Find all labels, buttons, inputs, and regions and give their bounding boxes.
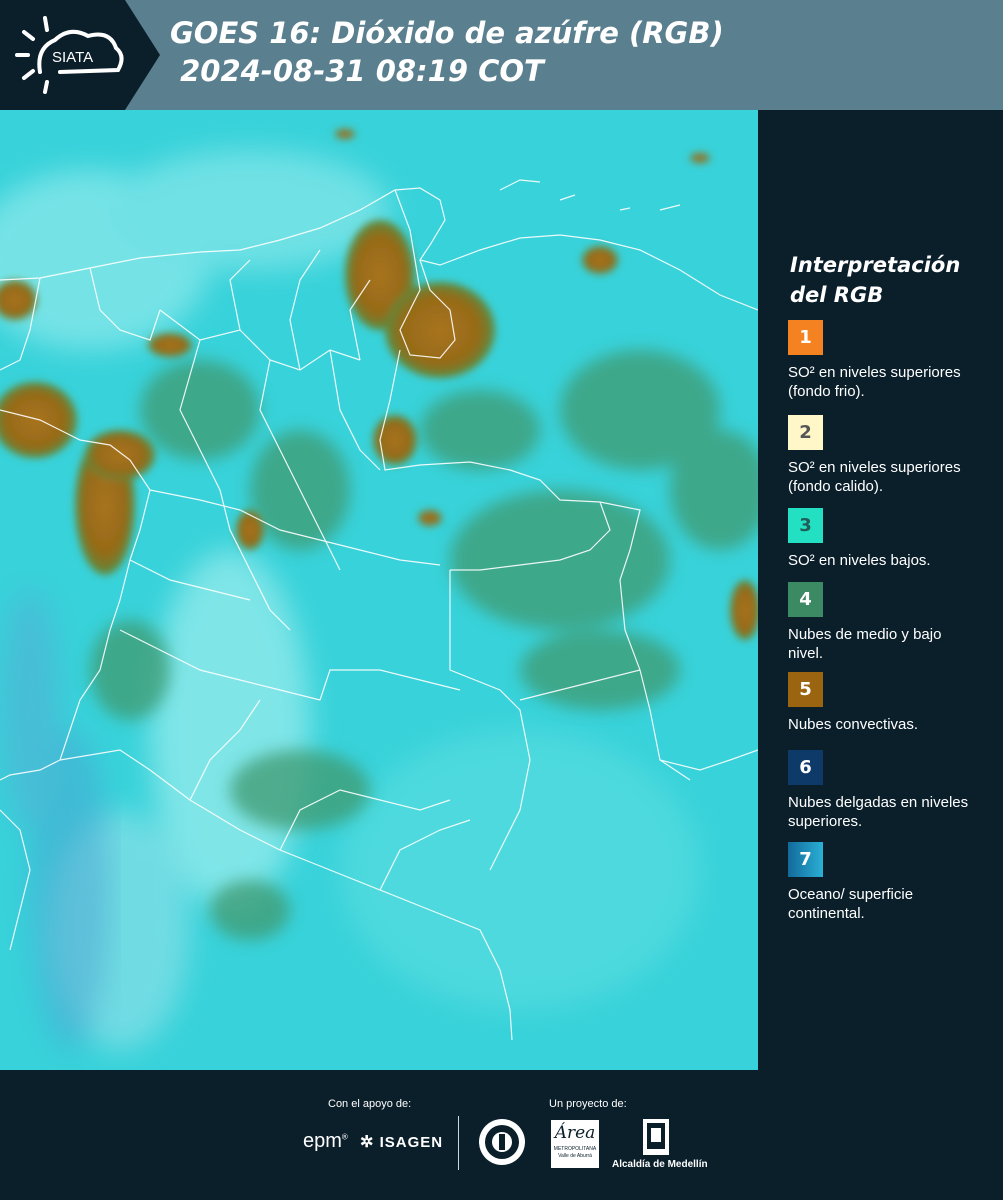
legend-label: SO² en niveles bajos. [788,552,931,569]
legend-swatch: 2 [788,415,823,450]
legend-label: SO² en niveles superiores (fondo calido)… [788,459,961,495]
satellite-image [0,110,758,1070]
legend-item: 7 Oceano/ superficie continental. [788,842,978,923]
legend-title-line-2: del RGB [790,283,884,307]
legend-item: 3 SO² en niveles bajos. [788,508,978,570]
amva-logo-text: Área [554,1123,596,1143]
legend-label: Oceano/ superficie continental. [788,886,914,922]
title-line-2: 2024-08-31 08:19 COT [170,54,544,88]
siata-logo-text: SIATA [52,49,93,66]
support-caption: Con el apoyo de: [328,1098,412,1110]
footer-divider [458,1116,459,1170]
amva-logo-sub: METROPOLITANA [553,1146,597,1152]
legend-item: 6 Nubes delgadas en niveles superiores. [788,750,978,831]
legend-swatch: 4 [788,582,823,617]
legend-item: 1 SO² en niveles superiores (fondo frio). [788,320,978,401]
legend-swatch: 6 [788,750,823,785]
legend-swatch: 3 [788,508,823,543]
legend-swatch: 1 [788,320,823,355]
legend-title-line-1: Interpretación [790,253,961,277]
epm-logo: epm® [303,1130,348,1152]
alcaldia-logo-text: Alcaldía de Medellín [612,1159,708,1170]
area-metropolitana-logo: Área METROPOLITANA Valle de Aburrá [551,1120,599,1168]
legend-label: Nubes de medio y bajo nivel. [788,626,942,662]
header: SIATA GOES 16: Dióxido de azúfre (RGB) 2… [0,0,1003,110]
siata-logo-panel: SIATA [0,0,160,110]
alcaldia-shield-icon [643,1119,669,1155]
legend-item: 4 Nubes de medio y bajo nivel. [788,582,978,663]
seal-logo [479,1119,525,1165]
legend-panel: Interpretación del RGB 1 SO² en niveles s… [758,110,1003,1070]
page-title: GOES 16: Dióxido de azúfre (RGB) 2024-08… [170,14,724,90]
amva-logo-sub2: Valle de Aburrá [558,1153,592,1159]
legend-title: Interpretación del RGB [790,250,960,310]
satellite-map [0,110,758,1070]
legend-item: 5 Nubes convectivas. [788,672,978,734]
isagen-logo-text: ISAGEN [379,1134,444,1151]
legend-label: Nubes convectivas. [788,716,919,733]
legend-label: SO² en niveles superiores (fondo frio). [788,364,961,400]
legend-swatch: 5 [788,672,823,707]
legend-label: Nubes delgadas en niveles superiores. [788,794,969,830]
isagen-logo: ✲ ISAGEN [360,1132,443,1152]
title-line-1: GOES 16: Dióxido de azúfre (RGB) [170,16,724,50]
footer: Con el apoyo de: Un proyecto de: epm® ✲ … [0,1070,1003,1200]
project-caption: Un proyecto de: [549,1098,627,1110]
legend-swatch: 7 [788,842,823,877]
legend-item: 2 SO² en niveles superiores (fondo calido… [788,415,978,496]
epm-logo-text: epm [303,1130,342,1152]
isagen-logo-icon: ✲ [360,1134,375,1151]
